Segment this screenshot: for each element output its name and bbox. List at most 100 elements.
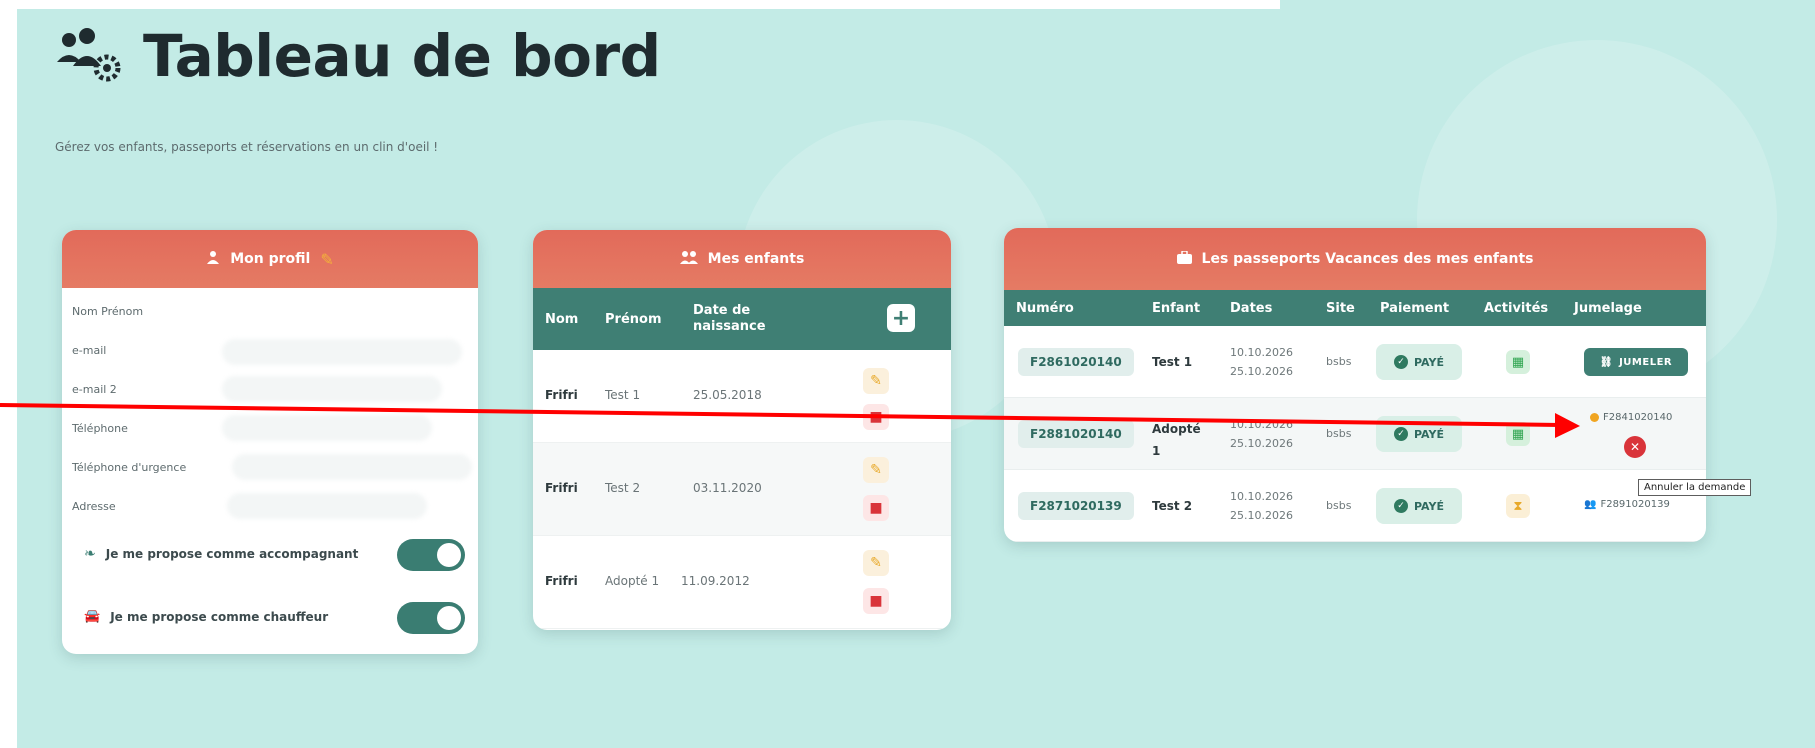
profile-field-label: Nom Prénom: [72, 305, 144, 318]
page-title: Tableau de bord: [143, 22, 661, 90]
table-row: F2871020139 Test 2 10.10.2026 25.10.2026…: [1004, 470, 1706, 542]
leaf-icon: ❧: [84, 546, 96, 562]
passports-table-header: Numéro Enfant Dates Site Paiement Activi…: [1004, 290, 1706, 326]
passport-dates: 10.10.2026 25.10.2026: [1230, 487, 1293, 525]
child-naissance: 03.11.2020: [693, 481, 762, 495]
table-row: Frifri Test 1 25.05.2018 ✎ ■: [533, 350, 951, 443]
check-icon: ✓: [1394, 499, 1408, 513]
linked-passport-number: F2891020139: [1600, 499, 1670, 510]
table-row: Frifri Test 2 03.11.2020 ✎ ■: [533, 443, 951, 536]
profile-field-emergency-phone: Téléphone d'urgence: [62, 448, 478, 487]
accompagnant-toggle[interactable]: [397, 539, 465, 571]
col-activites: Activités: [1484, 300, 1549, 316]
passport-site: bsbs: [1326, 355, 1352, 368]
passports-card-title: Les passeports Vacances des mes enfants: [1201, 251, 1534, 267]
children-card-header: Mes enfants: [533, 230, 951, 288]
date-end: 25.10.2026: [1230, 509, 1293, 522]
payment-badge: ✓ PAYÉ: [1376, 344, 1462, 380]
child-prenom: Adopté 1: [605, 574, 660, 588]
payment-status: PAYÉ: [1414, 355, 1444, 369]
passport-enfant: Test 1: [1152, 355, 1193, 369]
col-numero: Numéro: [1016, 300, 1074, 316]
col-prenom: Prénom: [605, 311, 662, 327]
jumeler-button[interactable]: ⛓ JUMELER: [1584, 348, 1688, 376]
profile-field-label: Téléphone d'urgence: [72, 461, 187, 474]
date-end: 25.10.2026: [1230, 437, 1293, 450]
hourglass-icon[interactable]: ⧗: [1506, 494, 1530, 518]
edit-icon[interactable]: ✎: [863, 457, 889, 483]
pencil-icon[interactable]: ✎: [320, 250, 333, 269]
children-card: Mes enfants Nom Prénom Date de naissance…: [533, 230, 951, 630]
top-white-strip: [0, 0, 1280, 9]
passport-enfant: Test 2: [1152, 499, 1193, 513]
redacted-value: [222, 339, 462, 365]
profile-field-label: e-mail 2: [72, 383, 117, 396]
toggle-label: Je me propose comme chauffeur: [110, 609, 329, 624]
car-icon: 🚘: [84, 609, 101, 624]
trash-icon[interactable]: ■: [863, 495, 889, 521]
passport-dates: 10.10.2026 25.10.2026: [1230, 415, 1293, 453]
users-icon: [679, 250, 698, 268]
add-child-button[interactable]: +: [887, 304, 915, 332]
passport-dates: 10.10.2026 25.10.2026: [1230, 343, 1293, 381]
profile-field-phone: Téléphone: [62, 409, 478, 448]
col-nom: Nom: [545, 311, 579, 327]
date-start: 10.10.2026: [1230, 490, 1293, 503]
child-naissance: 11.09.2012: [681, 574, 750, 588]
cancel-request-icon[interactable]: ✕: [1624, 436, 1646, 458]
col-dates: Dates: [1230, 300, 1273, 316]
date-start: 10.10.2026: [1230, 346, 1293, 359]
jumeler-label: JUMELER: [1619, 356, 1673, 368]
calendar-icon[interactable]: ▦: [1506, 422, 1530, 446]
redacted-value: [227, 493, 427, 519]
passport-number: F2871020139: [1018, 492, 1134, 520]
page-header: Tableau de bord: [55, 22, 661, 90]
date-end: 25.10.2026: [1230, 365, 1293, 378]
payment-badge: ✓ PAYÉ: [1376, 416, 1462, 452]
check-icon: ✓: [1394, 427, 1408, 441]
passport-number: F28810201​40: [1018, 420, 1134, 448]
redacted-value: [222, 376, 442, 402]
briefcase-icon: [1176, 249, 1192, 268]
col-site: Site: [1326, 300, 1355, 316]
trash-icon[interactable]: ■: [863, 404, 889, 430]
profile-field-name: Nom Prénom: [62, 292, 478, 331]
check-icon: ✓: [1394, 355, 1408, 369]
profile-card-title: Mon profil: [230, 251, 311, 267]
redacted-value: [222, 415, 432, 441]
profile-field-email: e-mail: [62, 331, 478, 370]
calendar-icon[interactable]: ▦: [1506, 350, 1530, 374]
date-start: 10.10.2026: [1230, 418, 1293, 431]
user-icon: [206, 250, 220, 268]
pending-dot-icon: [1590, 413, 1599, 422]
trash-icon[interactable]: ■: [863, 588, 889, 614]
col-paiement: Paiement: [1380, 300, 1450, 316]
redacted-value: [232, 454, 472, 480]
passport-site: bsbs: [1326, 427, 1352, 440]
child-prenom: Test 1: [605, 388, 641, 402]
users-gear-icon: [57, 28, 121, 82]
pending-passport-number: F28410201​40: [1603, 412, 1673, 423]
table-row: F28610201​40 Test 1 10.10.2026 25.10.202…: [1004, 326, 1706, 398]
children-table-header: Nom Prénom Date de naissance +: [533, 288, 951, 350]
profile-field-email2: e-mail 2: [62, 370, 478, 409]
edit-icon[interactable]: ✎: [863, 368, 889, 394]
linked-jumelage: 👥 F2891020139: [1584, 499, 1670, 510]
col-naissance: Date de naissance: [693, 303, 766, 334]
child-nom: Frifri: [545, 574, 578, 588]
profile-field-address: Adresse: [62, 487, 478, 526]
profile-field-label: e-mail: [72, 344, 107, 357]
child-nom: Frifri: [545, 388, 578, 402]
passport-number: F28610201​40: [1018, 348, 1134, 376]
passports-card-header: Les passeports Vacances des mes enfants: [1004, 228, 1706, 290]
page-subtitle: Gérez vos enfants, passeports et réserva…: [55, 140, 439, 154]
col-jumelage: Jumelage: [1574, 300, 1642, 316]
col-enfant: Enfant: [1152, 300, 1201, 316]
profile-card-header: Mon profil ✎: [62, 230, 478, 288]
passports-card: Les passeports Vacances des mes enfants …: [1004, 228, 1706, 542]
profile-field-label: Adresse: [72, 500, 116, 513]
tooltip: Annuler la demande: [1638, 479, 1752, 496]
child-naissance: 25.05.2018: [693, 388, 762, 402]
chauffeur-toggle[interactable]: [397, 602, 465, 634]
edit-icon[interactable]: ✎: [863, 550, 889, 576]
